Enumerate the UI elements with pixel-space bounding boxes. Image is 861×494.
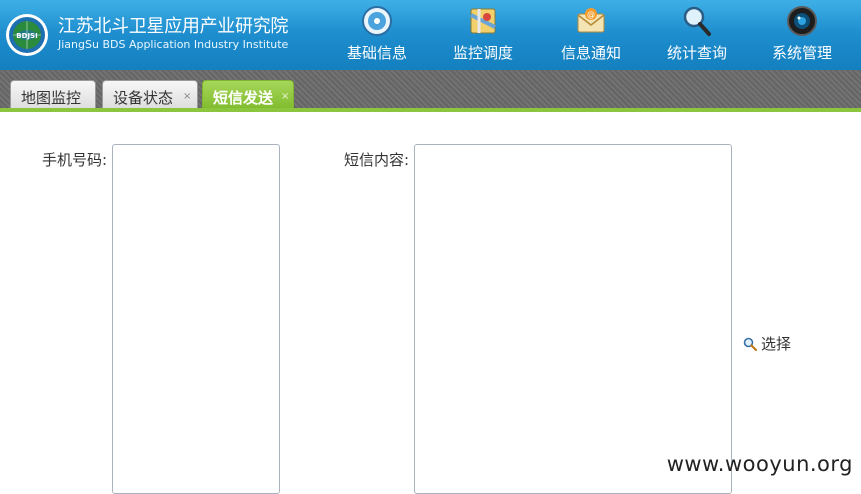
tab-label: 设备状态 bbox=[113, 89, 174, 107]
nav-basic-info[interactable]: 基础信息 bbox=[327, 0, 427, 70]
app-window: BDJSI 江苏北斗卫星应用产业研究院 JiangSu BDS Applicat… bbox=[0, 0, 861, 494]
phone-number-label: 手机号码: bbox=[42, 151, 108, 169]
sms-content-label: 短信内容: bbox=[344, 151, 410, 169]
camera-lens-icon bbox=[787, 6, 817, 36]
tab-sms-send[interactable]: 短信发送 × bbox=[202, 80, 294, 110]
watermark: www.wooyun.org bbox=[666, 452, 853, 476]
select-recipients-button[interactable]: 选择 bbox=[743, 333, 791, 354]
nav-label: 统计查询 bbox=[666, 44, 727, 62]
search-icon bbox=[743, 337, 758, 352]
select-label: 选择 bbox=[761, 335, 792, 353]
nav-notifications[interactable]: @ 信息通知 bbox=[541, 0, 641, 70]
map-monitor-icon bbox=[470, 8, 496, 34]
tab-label: 短信发送 bbox=[213, 89, 274, 107]
sms-content-input[interactable] bbox=[414, 144, 732, 494]
nav-statistics[interactable]: 统计查询 bbox=[647, 0, 747, 70]
logo-text: BDJSI bbox=[16, 32, 37, 40]
info-disc-icon bbox=[362, 6, 392, 36]
brand-name-en: JiangSu BDS Application Industry Institu… bbox=[58, 38, 289, 51]
mail-envelope-icon: @ bbox=[577, 8, 605, 33]
tab-map-monitor[interactable]: 地图监控 bbox=[10, 80, 96, 110]
institute-logo: BDJSI bbox=[5, 13, 49, 57]
nav-label: 监控调度 bbox=[452, 44, 513, 62]
nav-label: 系统管理 bbox=[771, 44, 832, 62]
nav-label: 基础信息 bbox=[346, 44, 407, 62]
tab-label: 地图监控 bbox=[21, 89, 82, 107]
tab-close-icon[interactable]: × bbox=[281, 91, 289, 102]
phone-number-input[interactable] bbox=[112, 144, 280, 494]
svg-text:@: @ bbox=[587, 10, 595, 19]
tab-close-icon[interactable]: × bbox=[183, 91, 191, 102]
nav-monitor-dispatch[interactable]: 监控调度 bbox=[433, 0, 533, 70]
magnifier-icon bbox=[683, 6, 711, 36]
brand-name-cn: 江苏北斗卫星应用产业研究院 bbox=[58, 16, 289, 37]
top-header: BDJSI 江苏北斗卫星应用产业研究院 JiangSu BDS Applicat… bbox=[0, 0, 861, 70]
tab-device-status[interactable]: 设备状态 × bbox=[102, 80, 198, 110]
nav-label: 信息通知 bbox=[560, 44, 621, 62]
nav-system-admin[interactable]: 系统管理 bbox=[752, 0, 852, 70]
